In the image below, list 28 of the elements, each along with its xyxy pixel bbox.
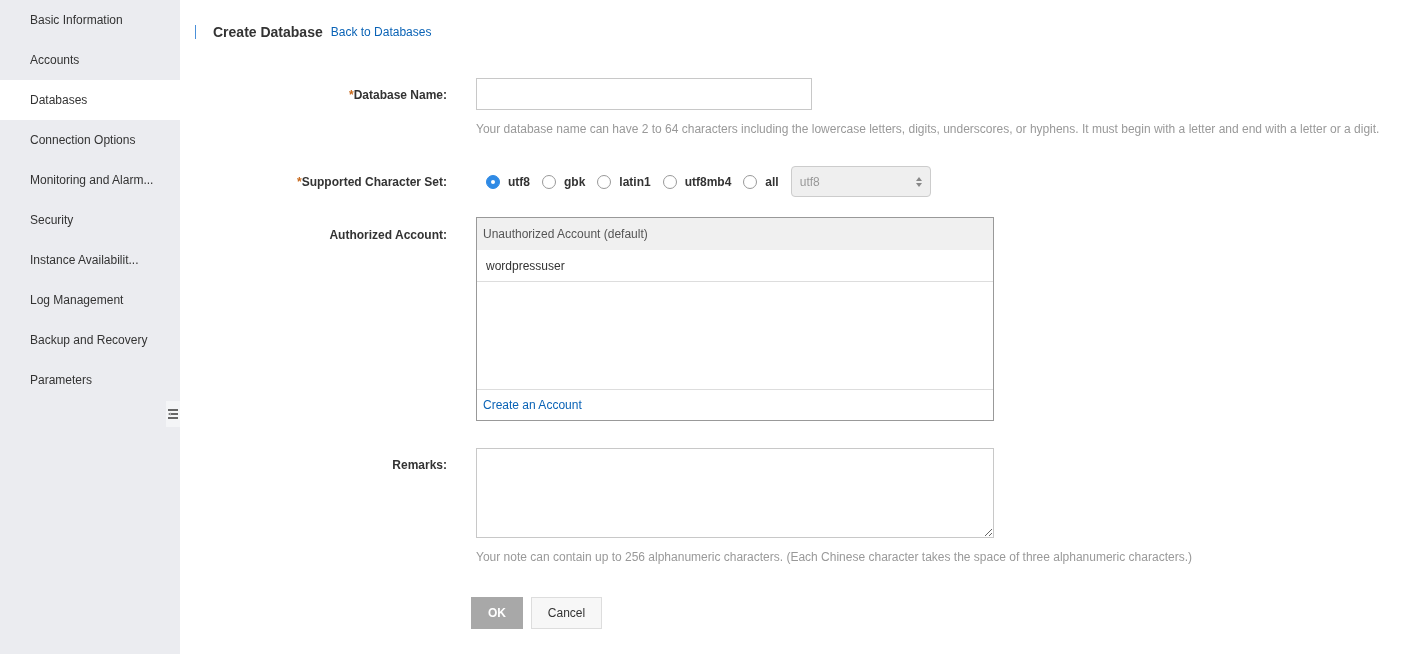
- field-label: Authorized Account:: [329, 227, 447, 244]
- cancel-button[interactable]: Cancel: [531, 597, 602, 629]
- radio-button[interactable]: [597, 174, 612, 189]
- radio-label: utf8: [508, 173, 530, 191]
- database-name-field[interactable]: [476, 78, 812, 110]
- sidebar-item[interactable]: Databases: [0, 80, 180, 120]
- account-item[interactable]: wordpressuser: [477, 250, 993, 282]
- radio-button[interactable]: [542, 174, 556, 189]
- radio-label: all: [765, 173, 779, 191]
- radio-label: utf8mb4: [684, 173, 732, 191]
- field-label: *Supported Character Set:: [296, 173, 447, 191]
- radio-button[interactable]: [743, 174, 758, 189]
- hint-text: Your database name can have 2 to 64 characters including the lowercase letters, digits, underscores, or hyphens. It must begin with a letter and end with a letter or a digit.: [476, 121, 1380, 138]
- page-title: Create Database: [213, 23, 323, 42]
- field-label: *Database Name:: [348, 87, 447, 104]
- collapse-handle[interactable]: [166, 401, 180, 427]
- list-header: Unauthorized Account (default): [477, 218, 993, 250]
- remarks-field[interactable]: [476, 448, 994, 538]
- back-link[interactable]: Back to Databases: [330, 23, 432, 41]
- radio-label: gbk: [564, 173, 586, 191]
- sort-caret-icon: [915, 176, 922, 187]
- radio-button[interactable]: [662, 174, 677, 189]
- radio-button[interactable]: [486, 174, 500, 189]
- menu-collapse-icon: [168, 408, 178, 420]
- field-label: Remarks:: [392, 457, 447, 474]
- radio-label: latin1: [619, 173, 651, 191]
- hint-text: Your note can contain up to 256 alphanumeric characters. (Each Chinese character takes the space of three alphanumeric characters.): [476, 549, 1192, 566]
- create-account-link[interactable]: Create an Account: [483, 396, 582, 414]
